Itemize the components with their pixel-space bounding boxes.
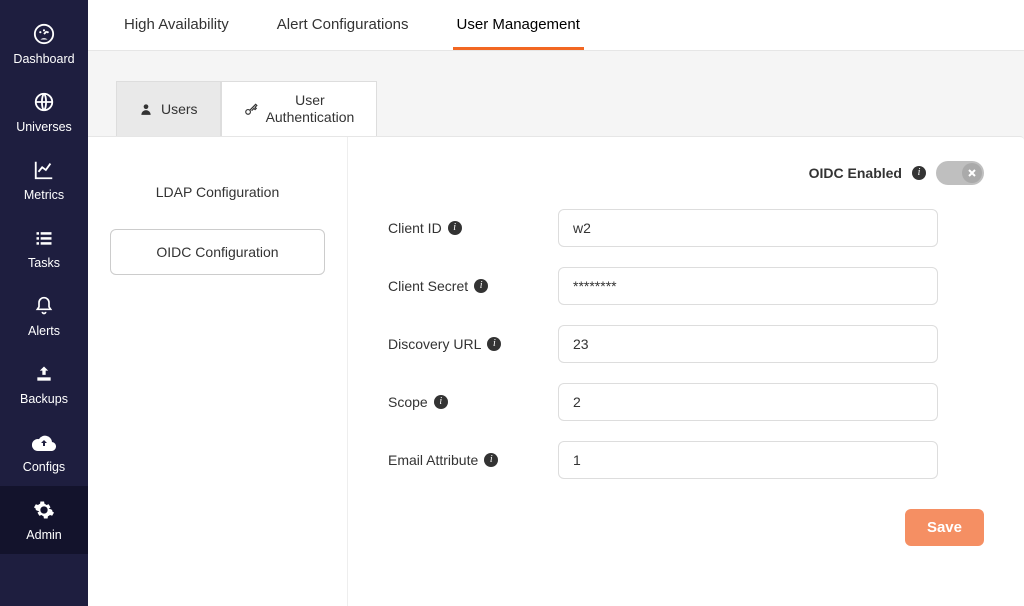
globe-icon	[33, 90, 55, 114]
user-icon	[139, 102, 153, 116]
info-icon[interactable]: i	[484, 453, 498, 467]
input-client-secret[interactable]	[558, 267, 938, 305]
row-scope: Scope i	[388, 383, 984, 421]
info-icon[interactable]: i	[487, 337, 501, 351]
list-icon	[33, 226, 55, 250]
sidebar-label: Universes	[16, 120, 72, 134]
info-icon[interactable]: i	[448, 221, 462, 235]
label-scope: Scope	[388, 394, 428, 410]
row-discovery-url: Discovery URL i	[388, 325, 984, 363]
sidebar-label: Tasks	[28, 256, 60, 270]
sidebar-label: Dashboard	[13, 52, 74, 66]
sidebar-label: Admin	[26, 528, 61, 542]
sidebar-label: Configs	[23, 460, 65, 474]
oidc-form: OIDC Enabled i Client ID i	[348, 137, 1024, 606]
label-discovery-url: Discovery URL	[388, 336, 481, 352]
save-row: Save	[388, 509, 984, 546]
sidebar-label: Metrics	[24, 188, 64, 202]
sidebar-item-alerts[interactable]: Alerts	[0, 282, 88, 350]
main-area: High Availability Alert Configurations U…	[88, 0, 1024, 606]
sidebar-label: Backups	[20, 392, 68, 406]
tab-user-management[interactable]: User Management	[453, 0, 584, 50]
config-nav-ldap[interactable]: LDAP Configuration	[110, 169, 325, 215]
save-button[interactable]: Save	[905, 509, 984, 546]
config-panel: LDAP Configuration OIDC Configuration OI…	[88, 136, 1024, 606]
config-nav: LDAP Configuration OIDC Configuration	[88, 137, 348, 606]
sidebar-item-metrics[interactable]: Metrics	[0, 146, 88, 214]
bell-icon	[34, 294, 54, 318]
row-client-secret: Client Secret i	[388, 267, 984, 305]
sidebar-item-backups[interactable]: Backups	[0, 350, 88, 418]
subtab-user-authentication[interactable]: UserAuthentication	[221, 81, 378, 136]
input-discovery-url[interactable]	[558, 325, 938, 363]
subtab-users-label: Users	[161, 101, 198, 117]
subtab-auth-label: UserAuthentication	[266, 92, 355, 126]
sidebar-item-configs[interactable]: Configs	[0, 418, 88, 486]
sidebar-label: Alerts	[28, 324, 60, 338]
label-email-attribute: Email Attribute	[388, 452, 478, 468]
sidebar-item-admin[interactable]: Admin	[0, 486, 88, 554]
sidebar-item-tasks[interactable]: Tasks	[0, 214, 88, 282]
row-client-id: Client ID i	[388, 209, 984, 247]
label-client-secret: Client Secret	[388, 278, 468, 294]
input-client-id[interactable]	[558, 209, 938, 247]
toggle-knob	[962, 163, 982, 183]
sidebar: Dashboard Universes Metrics Tasks Alerts…	[0, 0, 88, 606]
input-scope[interactable]	[558, 383, 938, 421]
sub-tabs: Users UserAuthentication	[116, 81, 1024, 136]
top-tabs: High Availability Alert Configurations U…	[88, 0, 1024, 51]
upload-icon	[33, 362, 55, 386]
gear-icon	[33, 498, 55, 522]
cloud-icon	[32, 430, 56, 454]
input-email-attribute[interactable]	[558, 441, 938, 479]
row-email-attribute: Email Attribute i	[388, 441, 984, 479]
info-icon[interactable]: i	[474, 279, 488, 293]
oidc-enabled-row: OIDC Enabled i	[388, 161, 984, 185]
config-nav-oidc[interactable]: OIDC Configuration	[110, 229, 325, 275]
dashboard-icon	[33, 22, 55, 46]
oidc-enabled-label: OIDC Enabled	[809, 165, 902, 181]
sidebar-item-universes[interactable]: Universes	[0, 78, 88, 146]
chart-icon	[33, 158, 55, 182]
sub-area: Users UserAuthentication LDAP Configurat…	[88, 51, 1024, 606]
sidebar-item-dashboard[interactable]: Dashboard	[0, 10, 88, 78]
subtab-users[interactable]: Users	[116, 81, 221, 136]
tab-alert-configurations[interactable]: Alert Configurations	[273, 0, 413, 50]
info-icon[interactable]: i	[912, 166, 926, 180]
info-icon[interactable]: i	[434, 395, 448, 409]
tab-high-availability[interactable]: High Availability	[120, 0, 233, 50]
label-client-id: Client ID	[388, 220, 442, 236]
oidc-enabled-toggle[interactable]	[936, 161, 984, 185]
key-icon	[244, 102, 258, 116]
